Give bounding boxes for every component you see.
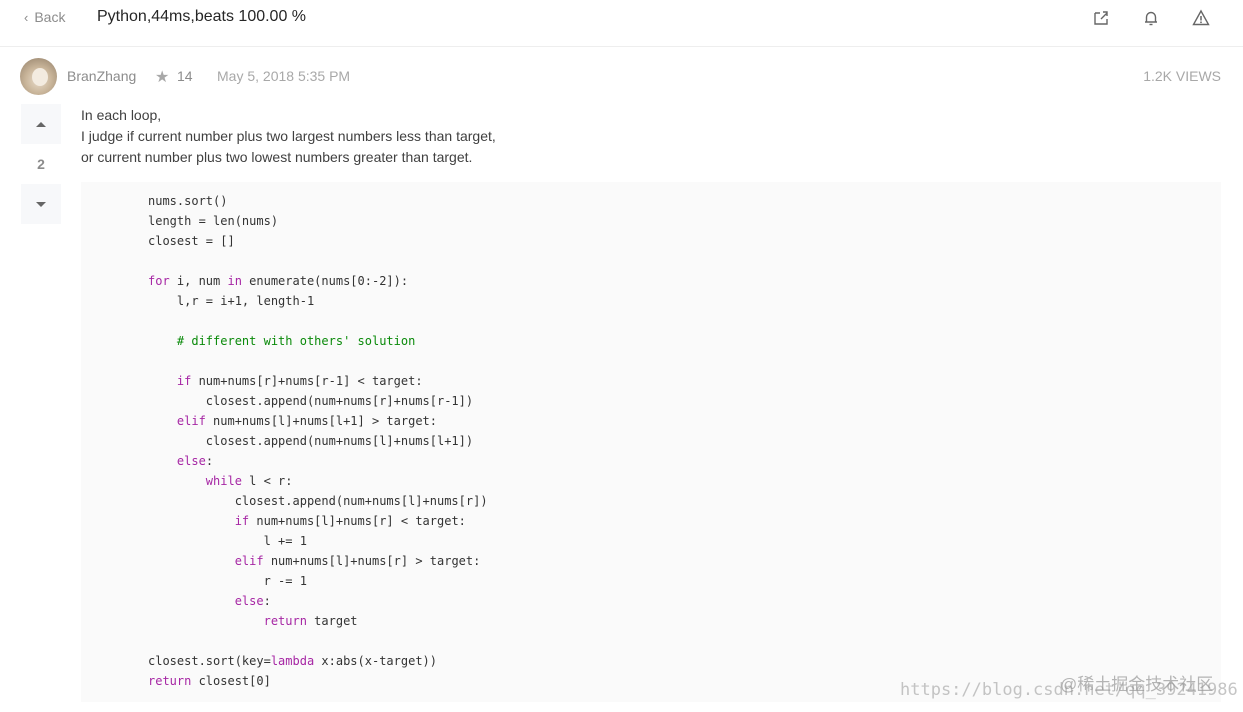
code-line: l += 1 bbox=[148, 534, 307, 548]
top-bar: ‹ Back Python,44ms,beats 100.00 % bbox=[0, 0, 1243, 47]
post-text-line: I judge if current number plus two large… bbox=[81, 128, 496, 144]
vote-count: 2 bbox=[37, 156, 45, 172]
view-count: 1.2K VIEWS bbox=[1143, 68, 1221, 84]
code-line: closest.sort(key=lambda x:abs(x-target)) bbox=[148, 654, 438, 668]
code-line: else: bbox=[176, 454, 214, 468]
code-line: for i, num in enumerate(nums[0:-2]): bbox=[148, 274, 409, 288]
back-button[interactable]: ‹ Back bbox=[24, 9, 65, 25]
code-line: length = len(nums) bbox=[148, 214, 279, 228]
code-line: closest.append(num+nums[r]+nums[r-1]) bbox=[148, 394, 474, 408]
star-icon: ★ bbox=[155, 69, 170, 86]
avatar[interactable] bbox=[20, 58, 57, 95]
code-line: if num+nums[r]+nums[r-1] < target: bbox=[176, 374, 423, 388]
code-line: # different with others' solution bbox=[148, 334, 416, 348]
chevron-left-icon: ‹ bbox=[24, 9, 29, 25]
post-date: May 5, 2018 5:35 PM bbox=[217, 68, 351, 84]
code-line: if num+nums[l]+nums[r] < target: bbox=[234, 514, 466, 528]
code-line: closest.append(num+nums[l]+nums[r]) bbox=[148, 494, 488, 508]
report-warning-icon[interactable] bbox=[1191, 8, 1211, 28]
reputation-count: 14 bbox=[177, 68, 193, 84]
watermark-brand: @稀土掘金技术社区 bbox=[1060, 675, 1214, 694]
post-text-line: or current number plus two lowest number… bbox=[81, 149, 473, 165]
bell-icon[interactable] bbox=[1141, 8, 1161, 28]
caret-down-icon bbox=[36, 201, 46, 207]
code-line: r -= 1 bbox=[148, 574, 307, 588]
code-line: closest = [] bbox=[148, 234, 235, 248]
code-block: nums.sort() length = len(nums) closest = [… bbox=[81, 182, 1221, 702]
code-line: return target bbox=[263, 614, 358, 628]
post-text-line: In each loop, bbox=[81, 107, 162, 123]
page-title: Python,44ms,beats 100.00 % bbox=[97, 8, 307, 25]
share-icon[interactable] bbox=[1091, 8, 1111, 28]
code-line: return closest[0] bbox=[148, 674, 271, 688]
code-line: nums.sort() bbox=[148, 194, 228, 208]
upvote-button[interactable] bbox=[21, 104, 61, 144]
author-name[interactable]: BranZhang bbox=[67, 68, 136, 84]
code-line: l,r = i+1, length-1 bbox=[148, 294, 315, 308]
code-line: closest.append(num+nums[l]+nums[l+1]) bbox=[148, 434, 474, 448]
code-line: elif num+nums[l]+nums[l+1] > target: bbox=[176, 414, 437, 428]
downvote-button[interactable] bbox=[21, 184, 61, 224]
code-line: elif num+nums[l]+nums[r] > target: bbox=[234, 554, 481, 568]
caret-up-icon bbox=[36, 121, 46, 127]
back-label: Back bbox=[34, 9, 66, 25]
code-line: while l < r: bbox=[205, 474, 293, 488]
code-line: else: bbox=[234, 594, 271, 608]
